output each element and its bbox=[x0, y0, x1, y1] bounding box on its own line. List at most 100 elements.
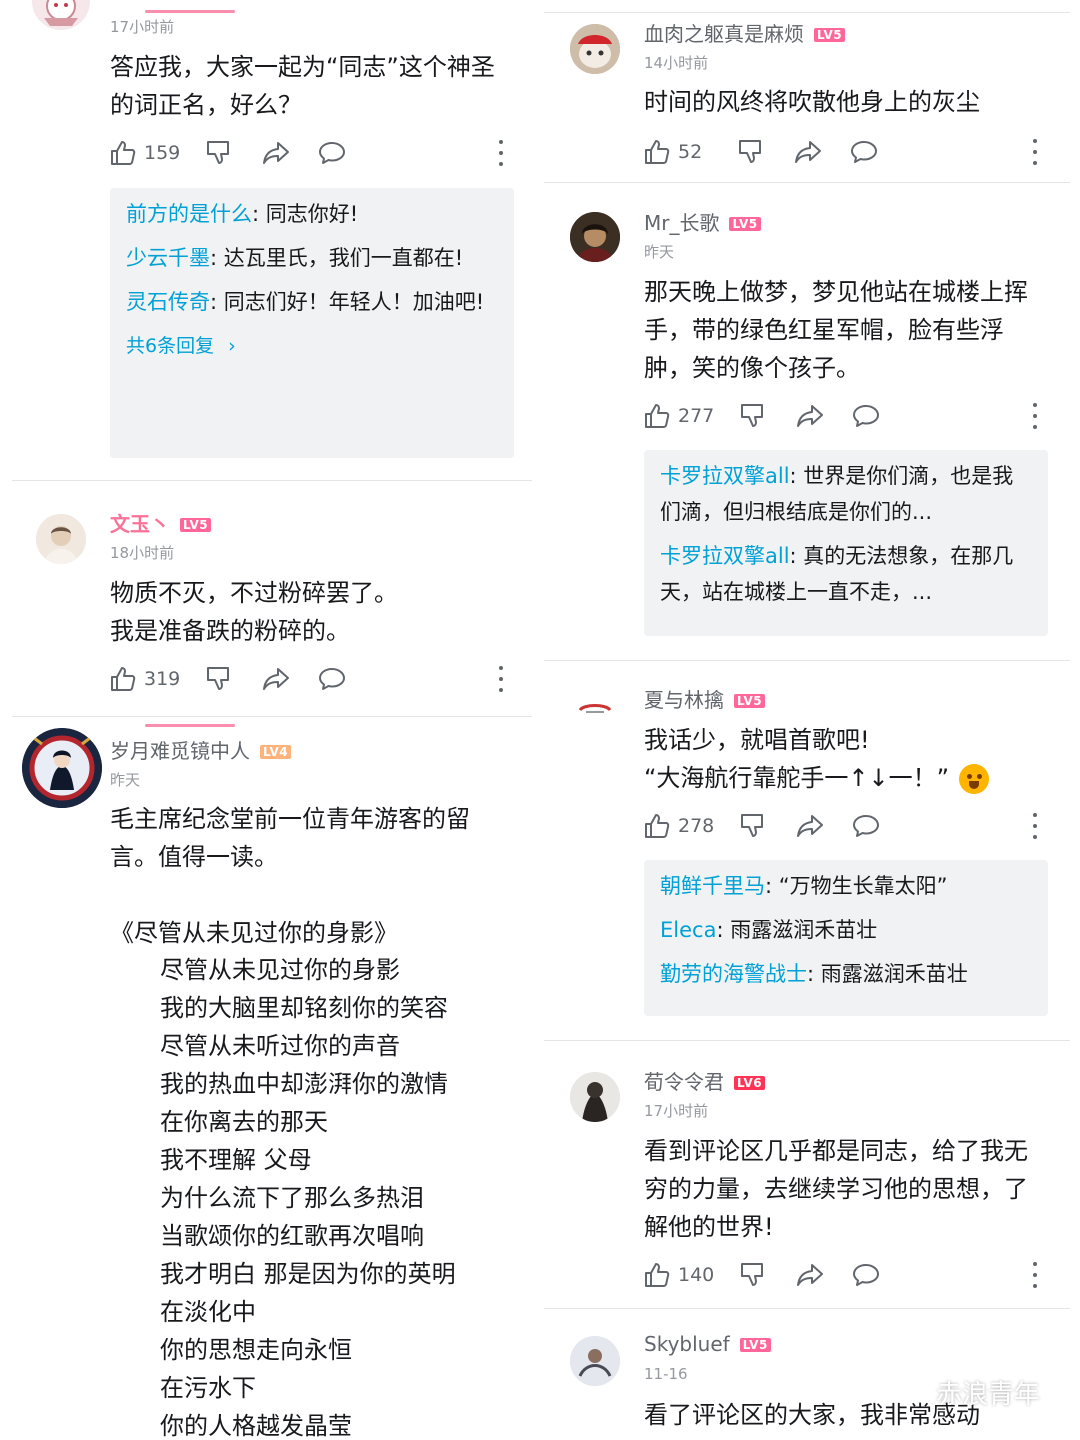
more-icon[interactable] bbox=[498, 666, 504, 692]
divider bbox=[544, 1040, 1070, 1041]
dislike-button[interactable] bbox=[738, 139, 764, 165]
comment-line: “大海航行靠舵手一↑↓一！” bbox=[644, 759, 1064, 797]
reply-button[interactable] bbox=[852, 1262, 880, 1288]
view-all-replies-link[interactable]: 共6条回复 › bbox=[126, 328, 498, 364]
share-button[interactable] bbox=[262, 666, 290, 692]
reply-text: : 同志们好！年轻人！加油吧! bbox=[210, 290, 485, 314]
comment-username[interactable]: 荀令令君 LV6 bbox=[644, 1066, 766, 1095]
avatar[interactable] bbox=[570, 24, 620, 74]
avatar[interactable] bbox=[576, 692, 614, 730]
avatar[interactable] bbox=[570, 1336, 620, 1386]
avatar[interactable] bbox=[22, 728, 102, 808]
like-button[interactable]: 278 bbox=[644, 813, 714, 839]
highlight-bar bbox=[145, 724, 235, 727]
dislike-button[interactable] bbox=[740, 813, 766, 839]
reply-author[interactable]: 灵石传奇 bbox=[126, 290, 210, 314]
reply-item[interactable]: 卡罗拉双擎all: 世界是你们滴，也是我们滴，但归根结底是你们的... bbox=[660, 458, 1032, 530]
dislike-icon bbox=[740, 403, 766, 429]
more-icon[interactable] bbox=[1032, 139, 1038, 165]
reply-item[interactable]: 灵石传奇: 同志们好！年轻人！加油吧! bbox=[126, 284, 498, 320]
poem-line: 在污水下 bbox=[160, 1374, 256, 1402]
level-badge: LV5 bbox=[734, 694, 766, 708]
dislike-icon bbox=[738, 139, 764, 165]
like-button[interactable]: 277 bbox=[644, 403, 714, 429]
reply-item[interactable]: Eleca: 雨露滋润禾苗壮 bbox=[660, 912, 1032, 948]
more-icon[interactable] bbox=[1032, 403, 1038, 429]
comment-username[interactable]: 夏与林擒 LV5 bbox=[644, 684, 766, 713]
poem-line: 你的人格越发晶莹 bbox=[160, 1412, 352, 1440]
reply-author[interactable]: 卡罗拉双擎all bbox=[660, 464, 790, 488]
dislike-button[interactable] bbox=[740, 1262, 766, 1288]
reply-item[interactable]: 朝鲜千里马: “万物生长靠太阳” bbox=[660, 868, 1032, 904]
comment-actions: 319 bbox=[110, 664, 346, 694]
share-icon bbox=[796, 403, 824, 429]
avatar[interactable] bbox=[570, 1072, 620, 1122]
reply-button[interactable] bbox=[318, 666, 346, 692]
like-button[interactable]: 319 bbox=[110, 666, 180, 692]
like-button[interactable]: 159 bbox=[110, 140, 180, 166]
reply-icon bbox=[852, 403, 880, 429]
highlight-bar bbox=[145, 10, 235, 13]
share-button[interactable] bbox=[794, 139, 822, 165]
reply-icon bbox=[850, 139, 878, 165]
comment-text: 那天晚上做梦，梦见他站在城楼上挥手，带的绿色红星军帽，脸有些浮肿，笑的像个孩子。 bbox=[644, 278, 1028, 382]
avatar[interactable] bbox=[32, 0, 90, 30]
share-button[interactable] bbox=[262, 140, 290, 166]
dislike-button[interactable] bbox=[206, 140, 232, 166]
reply-item[interactable]: 勤劳的海警战士: 雨露滋润禾苗壮 bbox=[660, 956, 1032, 992]
reply-button[interactable] bbox=[318, 140, 346, 166]
username-text: 文玉丶 bbox=[110, 512, 170, 536]
divider bbox=[544, 1308, 1070, 1309]
avatar[interactable] bbox=[36, 514, 86, 564]
more-icon[interactable] bbox=[1032, 813, 1038, 839]
reply-icon bbox=[318, 666, 346, 692]
comment-time: 昨天 bbox=[110, 771, 141, 789]
reply-item[interactable]: 前方的是什么: 同志你好! bbox=[126, 196, 498, 232]
share-button[interactable] bbox=[796, 403, 824, 429]
reply-author[interactable]: 勤劳的海警战士 bbox=[660, 962, 807, 986]
comment-username[interactable]: 岁月难觅镜中人 LV4 bbox=[110, 735, 292, 764]
poem-line: 尽管从未听过你的声音 bbox=[160, 1032, 400, 1060]
like-icon bbox=[644, 813, 670, 839]
comment-time: 18小时前 bbox=[110, 544, 175, 562]
dislike-button[interactable] bbox=[740, 403, 766, 429]
right-comment-column: 血肉之躯真是麻烦 LV5 14小时前 时间的风终将吹散他身上的灰尘 52 Mr_长… bbox=[544, 0, 1080, 1440]
like-icon bbox=[644, 139, 670, 165]
poem-line: 我才明白 那是因为你的英明 bbox=[160, 1260, 456, 1288]
reply-list: 卡罗拉双擎all: 世界是你们滴，也是我们滴，但归根结底是你们的... 卡罗拉双… bbox=[644, 450, 1048, 636]
comment-actions: 52 bbox=[644, 137, 878, 167]
reply-author[interactable]: 前方的是什么 bbox=[126, 202, 252, 226]
divider bbox=[12, 716, 532, 717]
comment-username[interactable]: 血肉之躯真是麻烦 LV5 bbox=[644, 18, 846, 47]
comment-line: 我是准备跌的粉碎的。 bbox=[110, 617, 350, 645]
avatar[interactable] bbox=[570, 212, 620, 262]
comment-username[interactable]: Mr_长歌 LV5 bbox=[644, 207, 761, 236]
comment-text: 物质不灭，不过粉碎罢了。 我是准备跌的粉碎的。 bbox=[110, 574, 530, 650]
reply-button[interactable] bbox=[852, 403, 880, 429]
more-icon[interactable] bbox=[498, 140, 504, 166]
more-icon[interactable] bbox=[1032, 1262, 1038, 1288]
reply-author[interactable]: Eleca bbox=[660, 918, 716, 942]
reply-list: 朝鲜千里马: “万物生长靠太阳” Eleca: 雨露滋润禾苗壮 勤劳的海警战士:… bbox=[644, 860, 1048, 1016]
like-button[interactable]: 140 bbox=[644, 1262, 714, 1288]
dislike-button[interactable] bbox=[206, 666, 232, 692]
reply-button[interactable] bbox=[852, 813, 880, 839]
reply-item[interactable]: 卡罗拉双擎all: 真的无法想象，在那几天，站在城楼上一直不走，... bbox=[660, 538, 1032, 610]
reply-item[interactable]: 少云千墨: 达瓦里氏，我们一直都在! bbox=[126, 240, 498, 276]
poem-line: 尽管从未见过你的身影 bbox=[160, 956, 400, 984]
reply-author[interactable]: 朝鲜千里马 bbox=[660, 874, 765, 898]
reply-author[interactable]: 少云千墨 bbox=[126, 246, 210, 270]
dislike-icon bbox=[740, 813, 766, 839]
comment-username[interactable]: 文玉丶 LV5 bbox=[110, 508, 212, 537]
reply-button[interactable] bbox=[850, 139, 878, 165]
reply-text: : 雨露滋润禾苗壮 bbox=[716, 918, 878, 942]
like-icon bbox=[110, 140, 136, 166]
share-icon bbox=[794, 139, 822, 165]
comment-username[interactable]: Skybluef LV5 bbox=[644, 1332, 771, 1356]
poem-line: 在淡化中 bbox=[160, 1298, 256, 1326]
reply-author[interactable]: 卡罗拉双擎all bbox=[660, 544, 790, 568]
share-button[interactable] bbox=[796, 813, 824, 839]
share-button[interactable] bbox=[796, 1262, 824, 1288]
like-button[interactable]: 52 bbox=[644, 139, 702, 165]
like-count: 278 bbox=[678, 815, 715, 837]
